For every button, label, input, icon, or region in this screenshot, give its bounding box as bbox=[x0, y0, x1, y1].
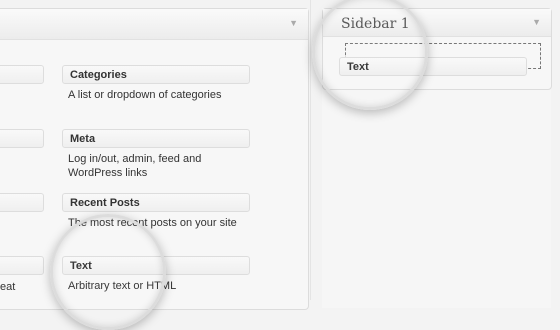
available-widgets-header[interactable]: ▼ bbox=[0, 9, 308, 40]
widget-stub-4-desc: eat bbox=[0, 281, 16, 293]
widget-stub-4[interactable] bbox=[0, 256, 44, 275]
widget-recent-posts-title: Recent Posts bbox=[70, 197, 140, 209]
widget-categories-title: Categories bbox=[70, 69, 127, 81]
widget-stub-2[interactable] bbox=[0, 129, 44, 148]
widget-recent-posts[interactable]: Recent Posts bbox=[62, 193, 250, 212]
widget-categories[interactable]: Categories bbox=[62, 65, 250, 84]
column-divider bbox=[310, 0, 311, 300]
widget-meta-desc: Log in/out, admin, feed and WordPress li… bbox=[68, 153, 202, 179]
widget-text-desc: Arbitrary text or HTML bbox=[68, 280, 177, 292]
widget-text[interactable]: Text bbox=[62, 256, 250, 275]
widget-stub-3[interactable] bbox=[0, 193, 44, 212]
sidebar-text-widget[interactable]: Text bbox=[339, 57, 527, 76]
sidebar-panel: Sidebar 1 ▼ Text bbox=[322, 8, 552, 308]
sidebar-1-header[interactable]: Sidebar 1 ▼ bbox=[323, 9, 551, 37]
sidebar-1-title: Sidebar 1 bbox=[341, 16, 410, 32]
sidebar-collapse-arrow-icon[interactable]: ▼ bbox=[532, 17, 541, 27]
sidebar-1-box: Sidebar 1 ▼ Text bbox=[322, 8, 552, 90]
widget-stub-1[interactable] bbox=[0, 65, 44, 84]
widget-meta[interactable]: Meta bbox=[62, 129, 250, 148]
widget-categories-desc: A list or dropdown of categories bbox=[68, 89, 222, 101]
widget-text-title: Text bbox=[70, 260, 92, 272]
sidebar-text-widget-title: Text bbox=[347, 61, 369, 73]
widget-meta-title: Meta bbox=[70, 133, 96, 145]
collapse-arrow-icon[interactable]: ▼ bbox=[289, 18, 298, 28]
widget-recent-posts-desc: The most recent posts on your site bbox=[68, 217, 237, 229]
